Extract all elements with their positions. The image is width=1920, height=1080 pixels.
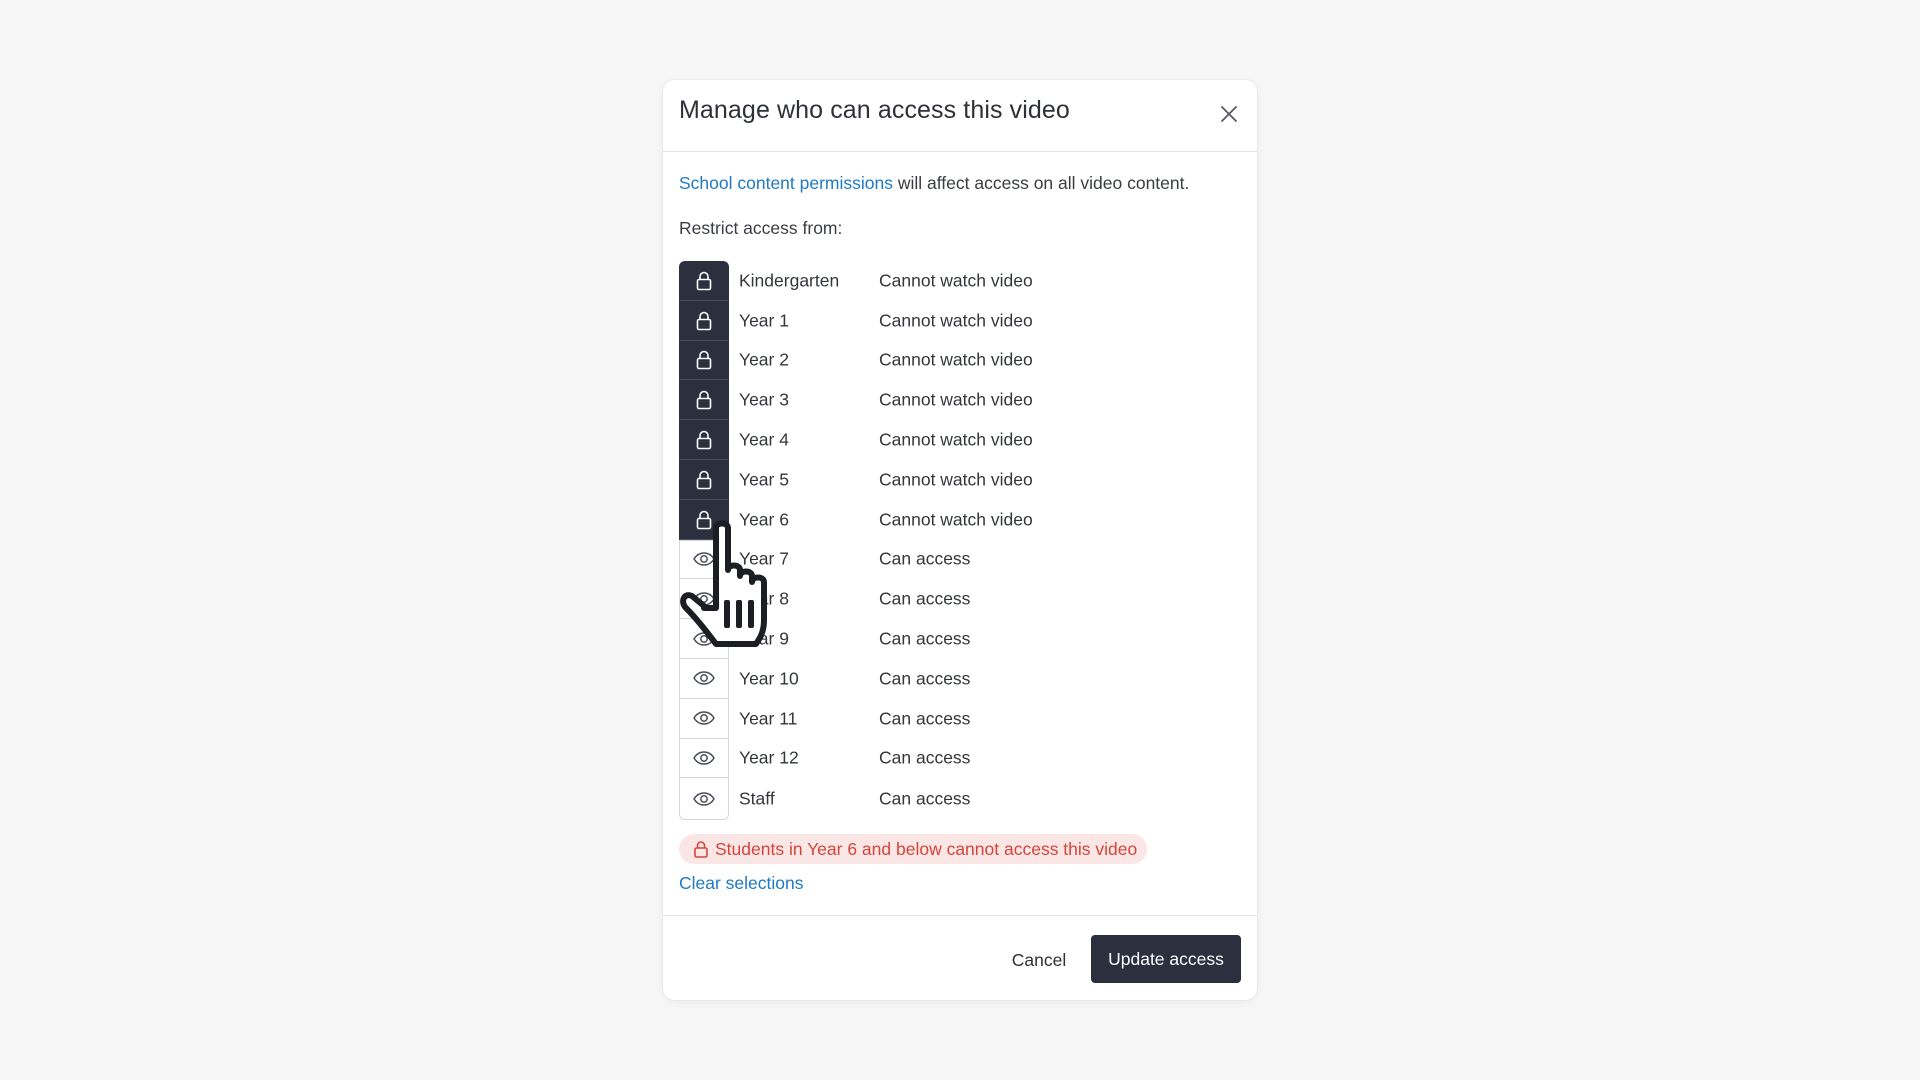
access-status: Can access <box>879 708 971 729</box>
access-status: Cannot watch video <box>879 310 1033 331</box>
lock-toggle[interactable] <box>679 459 729 500</box>
lock-icon <box>696 271 712 291</box>
eye-icon <box>693 671 715 686</box>
eye-icon <box>693 711 715 725</box>
access-toggle[interactable] <box>679 539 729 580</box>
dialog-header: Manage who can access this video <box>663 80 1257 152</box>
access-row: Year 9 Can access <box>679 619 1219 659</box>
group-name: Year 12 <box>739 747 799 768</box>
access-status: Cannot watch video <box>879 389 1033 410</box>
dialog-title: Manage who can access this video <box>679 96 1070 124</box>
access-status: Cannot watch video <box>879 270 1033 291</box>
access-status: Cannot watch video <box>879 349 1033 370</box>
lock-toggle[interactable] <box>679 340 729 381</box>
group-name: Year 8 <box>739 588 789 609</box>
group-name: Year 9 <box>739 628 789 649</box>
lock-toggle[interactable] <box>679 420 729 460</box>
lock-icon <box>696 390 712 410</box>
warning-text: Students in Year 6 and below cannot acce… <box>715 838 1138 859</box>
group-name: Year 4 <box>739 429 789 450</box>
group-name: Year 6 <box>739 509 789 530</box>
cancel-button[interactable]: Cancel <box>999 936 1079 984</box>
eye-icon <box>693 552 715 567</box>
access-row: Year 5 Cannot watch video <box>679 459 1219 500</box>
access-status: Can access <box>879 628 971 649</box>
group-name: Year 1 <box>739 310 789 331</box>
close-button[interactable] <box>1213 98 1245 130</box>
clear-selections-link[interactable]: Clear selections <box>679 873 804 894</box>
school-permissions-link[interactable]: School content permissions <box>679 173 893 193</box>
access-row: Year 4 Cannot watch video <box>679 420 1219 460</box>
access-row: Year 12 Can access <box>679 738 1219 779</box>
intro-rest: will affect access on all video content. <box>893 173 1190 193</box>
intro-text: School content permissions will affect a… <box>679 173 1189 194</box>
access-status: Cannot watch video <box>879 429 1033 450</box>
access-status: Can access <box>879 747 971 768</box>
access-row: Year 10 Can access <box>679 658 1219 699</box>
group-name: Kindergarten <box>739 270 840 291</box>
lock-icon <box>696 351 712 370</box>
group-name: Year 10 <box>739 668 799 689</box>
lock-icon <box>694 841 708 858</box>
group-name: Year 11 <box>739 708 798 729</box>
access-status: Can access <box>879 668 971 689</box>
update-access-button[interactable]: Update access <box>1091 935 1241 983</box>
eye-icon <box>693 792 715 806</box>
group-name: Year 5 <box>739 469 789 490</box>
lock-toggle[interactable] <box>679 261 729 301</box>
access-toggle[interactable] <box>679 658 729 699</box>
access-toggle[interactable] <box>679 619 729 659</box>
access-toggle[interactable] <box>679 698 729 739</box>
lock-icon <box>696 510 712 529</box>
access-row: Year 6 Cannot watch video <box>679 499 1219 540</box>
access-toggle[interactable] <box>679 778 729 821</box>
access-status: Cannot watch video <box>879 469 1033 490</box>
eye-icon <box>693 751 715 765</box>
access-status: Cannot watch video <box>879 509 1033 530</box>
access-row: Kindergarten Cannot watch video <box>679 261 1219 301</box>
access-row: Year 8 Can access <box>679 579 1219 620</box>
access-list: Kindergarten Cannot watch video Year 1 Cann… <box>679 261 1219 821</box>
access-row: Year 1 Cannot watch video <box>679 300 1219 341</box>
group-name: Year 2 <box>739 349 789 370</box>
access-row: Year 11 Can access <box>679 698 1219 739</box>
access-row: Year 3 Cannot watch video <box>679 380 1219 421</box>
access-status: Can access <box>879 588 971 609</box>
lock-toggle[interactable] <box>679 380 729 421</box>
access-toggle[interactable] <box>679 738 729 779</box>
group-name: Year 3 <box>739 389 789 410</box>
access-status: Can access <box>879 548 971 569</box>
access-status: Can access <box>879 788 971 809</box>
dialog-footer: Cancel Update access <box>663 915 1257 1000</box>
lock-icon <box>696 311 712 330</box>
lock-icon <box>696 430 712 450</box>
lock-toggle[interactable] <box>679 300 729 341</box>
access-row: Staff Can access <box>679 778 1219 821</box>
eye-icon <box>693 592 715 606</box>
access-row: Year 2 Cannot watch video <box>679 340 1219 381</box>
restrict-label: Restrict access from: <box>679 218 843 238</box>
close-icon <box>1221 106 1237 122</box>
restriction-warning: Students in Year 6 and below cannot acce… <box>679 834 1148 864</box>
access-dialog: Manage who can access this video School … <box>663 80 1257 1000</box>
access-toggle[interactable] <box>679 579 729 620</box>
group-name: Staff <box>739 788 775 809</box>
lock-icon <box>696 470 712 490</box>
group-name: Year 7 <box>739 548 789 569</box>
lock-toggle[interactable] <box>679 499 729 540</box>
eye-icon <box>693 631 715 646</box>
access-row: Year 7 Can access <box>679 539 1219 580</box>
